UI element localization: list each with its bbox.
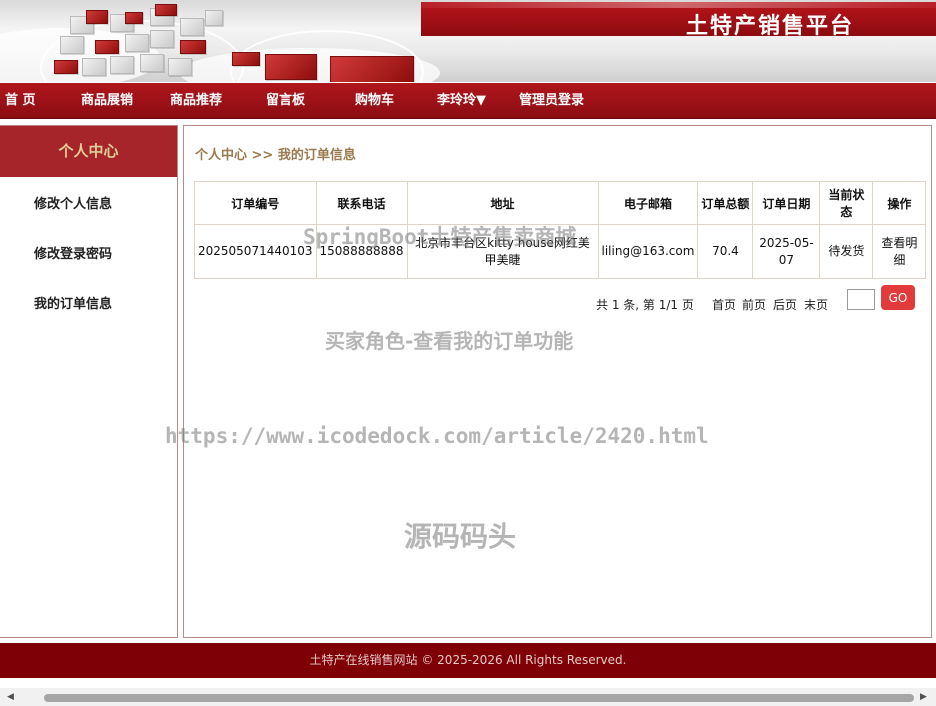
- sidebar-title: 个人中心: [0, 126, 177, 177]
- header-banner: 土特产销售平台: [0, 0, 936, 82]
- column-header: 订单总额: [697, 181, 754, 225]
- column-header: 地址: [406, 181, 599, 225]
- cube-decoration: [82, 58, 106, 76]
- sidebar-item-change-password[interactable]: 修改登录密码: [34, 243, 112, 262]
- main-nav: 首 页 商品展销 商品推荐 留言板 购物车 李玲玲▼ 管理员登录: [0, 83, 936, 119]
- next-page-link[interactable]: 后页: [773, 296, 797, 313]
- orders-table: 订单编号 联系电话 地址 电子邮箱 订单总额 订单日期 当前状态 操作 2025…: [194, 181, 927, 279]
- cube-decoration: [150, 30, 174, 48]
- column-header: 操作: [872, 181, 927, 225]
- cube-decoration: [155, 4, 177, 16]
- cube-decoration: [205, 10, 223, 26]
- cube-decoration: [110, 56, 134, 74]
- cube-decoration: [54, 60, 78, 74]
- footer: 土特产在线销售网站 © 2025-2026 All Rights Reserve…: [0, 643, 936, 678]
- horizontal-scrollbar[interactable]: ◀ ▶: [0, 688, 936, 706]
- cube-decoration: [86, 10, 108, 24]
- phone-cell: 15088888888: [315, 224, 408, 279]
- go-button[interactable]: GO: [881, 285, 915, 310]
- last-page-link[interactable]: 末页: [804, 296, 828, 313]
- title-band: 土特产销售平台: [421, 2, 936, 39]
- pagination-summary: 共 1 条, 第 1/1 页: [596, 298, 694, 312]
- cube-decoration: [125, 12, 143, 24]
- address-cell: 北京市丰台区kitty house网红美甲美睫: [406, 224, 599, 279]
- title-band-shine: [421, 2, 936, 8]
- nav-product-showcase[interactable]: 商品展销: [81, 83, 133, 118]
- nav-cart[interactable]: 购物车: [355, 83, 394, 118]
- scrollbar-thumb[interactable]: [44, 694, 914, 702]
- nav-admin-login[interactable]: 管理员登录: [519, 83, 584, 118]
- column-header: 订单编号: [194, 181, 317, 225]
- site-title: 土特产销售平台: [685, 14, 854, 39]
- cube-decoration: [168, 58, 192, 76]
- sidebar-item-edit-profile[interactable]: 修改个人信息: [34, 193, 112, 212]
- view-details-link[interactable]: 查看明细: [872, 224, 927, 279]
- nav-product-recommend[interactable]: 商品推荐: [170, 83, 222, 118]
- page-number-input[interactable]: [847, 289, 875, 310]
- nav-home[interactable]: 首 页: [5, 83, 36, 118]
- cube-decoration: [95, 40, 119, 54]
- sidebar: 个人中心 修改个人信息 修改登录密码 我的订单信息: [0, 125, 178, 638]
- column-header: 电子邮箱: [597, 181, 699, 225]
- cube-decoration: [140, 54, 164, 72]
- cube-decoration: [60, 36, 84, 54]
- cube-decoration: [180, 18, 204, 36]
- breadcrumb: 个人中心 >> 我的订单信息: [195, 148, 356, 163]
- cube-decoration: [232, 52, 260, 66]
- main-panel: 个人中心 >> 我的订单信息 订单编号 联系电话 地址 电子邮箱 订单总额 订单…: [183, 125, 932, 638]
- table-header-row: 订单编号 联系电话 地址 电子邮箱 订单总额 订单日期 当前状态 操作: [194, 181, 927, 225]
- column-header: 联系电话: [315, 181, 408, 225]
- cube-decoration: [180, 40, 206, 54]
- email-cell: liling@163.com: [597, 224, 699, 279]
- scroll-right-arrow-icon[interactable]: ▶: [920, 692, 927, 702]
- nav-message-board[interactable]: 留言板: [266, 83, 305, 118]
- first-page-link[interactable]: 首页: [712, 296, 736, 313]
- cube-decoration: [330, 56, 414, 82]
- prev-page-link[interactable]: 前页: [742, 296, 766, 313]
- cube-decoration: [265, 54, 317, 80]
- sidebar-item-my-orders[interactable]: 我的订单信息: [34, 293, 112, 312]
- column-header: 当前状态: [819, 181, 874, 225]
- order-status-cell: 待发货: [819, 224, 874, 279]
- cube-decoration: [125, 34, 149, 52]
- nav-user-menu[interactable]: 李玲玲▼: [437, 83, 486, 118]
- scroll-left-arrow-icon[interactable]: ◀: [7, 692, 14, 702]
- order-number-cell: 202505071440103: [194, 224, 317, 279]
- column-header: 订单日期: [752, 181, 821, 225]
- table-row: 202505071440103 15088888888 北京市丰台区kitty …: [194, 224, 927, 279]
- order-total-cell: 70.4: [697, 224, 754, 279]
- order-date-cell: 2025-05-07: [752, 224, 821, 279]
